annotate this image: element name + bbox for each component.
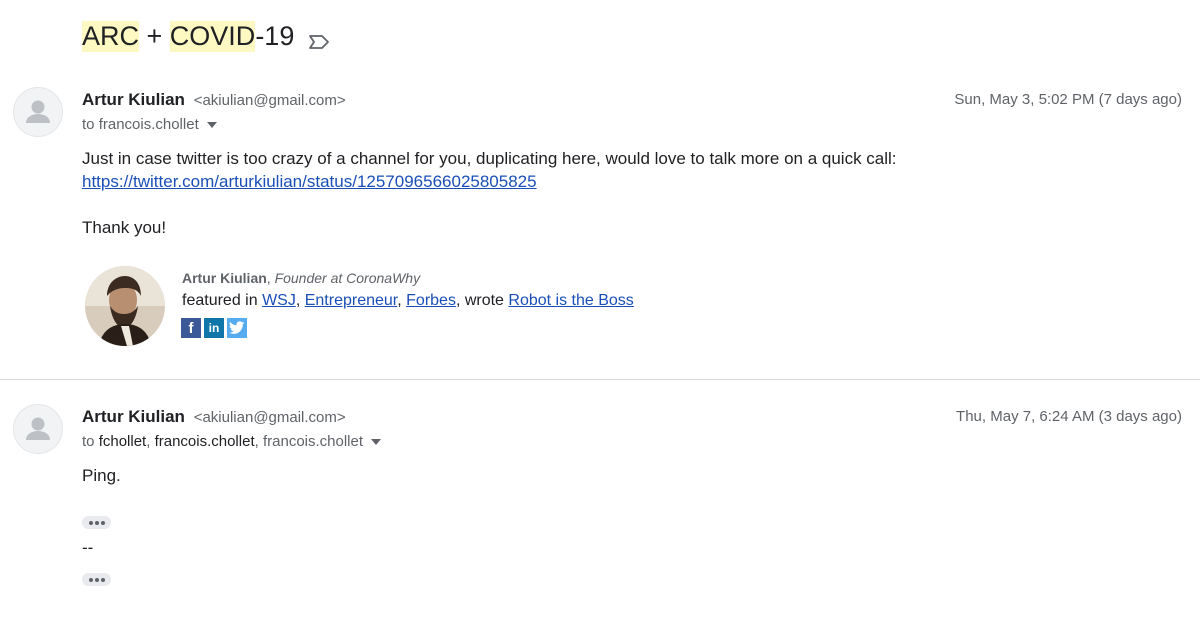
- forbes-link[interactable]: Forbes: [406, 292, 456, 309]
- dot: [88, 577, 93, 582]
- label-outline-icon[interactable]: [308, 27, 330, 49]
- recipients-line[interactable]: to fchollet, francois.chollet, francois.…: [82, 433, 382, 450]
- subject-suffix: -19: [255, 20, 295, 51]
- message-date[interactable]: Sun, May 3, 5:02 PM (7 days ago): [954, 91, 1182, 108]
- recipient: francois.chollet: [262, 433, 364, 450]
- to-prefix: to: [82, 116, 99, 133]
- signature-name-line: Artur Kiulian, Founder at CoronaWhy: [182, 270, 420, 286]
- recipient: francois.chollet: [154, 433, 255, 450]
- recipient: fchollet: [98, 433, 147, 450]
- recipient: francois.chollet: [98, 116, 199, 133]
- featured-prefix: featured in: [182, 292, 263, 309]
- signature-name: Artur Kiulian: [182, 270, 267, 286]
- book-link[interactable]: Robot is the Boss: [508, 292, 633, 309]
- message-link-line: https://twitter.com/arturkiulian/status/…: [82, 172, 537, 192]
- sender-name[interactable]: Artur Kiulian: [82, 90, 185, 109]
- subject-plus: +: [139, 20, 170, 51]
- dot: [88, 520, 93, 525]
- signature-separator: ,: [266, 270, 275, 286]
- facebook-icon[interactable]: f: [181, 318, 201, 338]
- dot: [100, 577, 105, 582]
- sender-email: <akiulian@gmail.com>: [193, 409, 346, 426]
- wsj-link[interactable]: WSJ: [262, 292, 296, 309]
- sender-name[interactable]: Artur Kiulian: [82, 407, 185, 426]
- message-divider: [0, 379, 1200, 380]
- signature-photo: [85, 266, 165, 346]
- subject-highlight-covid: COVID: [169, 20, 256, 52]
- recipients-line[interactable]: to francois.chollet: [82, 116, 217, 133]
- wrote-text: , wrote: [455, 292, 509, 309]
- dot: [100, 520, 105, 525]
- signature-title: Founder at CoronaWhy: [274, 270, 421, 286]
- to-prefix: to: [82, 433, 99, 450]
- sender-line: Artur Kiulian <akiulian@gmail.com>: [82, 90, 346, 110]
- chevron-down-icon[interactable]: [371, 438, 382, 445]
- chevron-down-icon[interactable]: [206, 121, 217, 128]
- dot: [94, 577, 99, 582]
- social-icons: f in: [181, 318, 247, 338]
- show-trimmed-content-button[interactable]: [82, 573, 111, 586]
- show-trimmed-content-button[interactable]: [82, 516, 111, 529]
- sender-avatar[interactable]: [13, 87, 63, 137]
- signature-featured-line: featured in WSJ, Entrepreneur, Forbes, w…: [182, 292, 634, 309]
- twitter-icon[interactable]: [227, 318, 247, 338]
- dot: [94, 520, 99, 525]
- person-placeholder-icon: [26, 417, 50, 440]
- signature-separator: --: [82, 538, 94, 557]
- sender-line: Artur Kiulian <akiulian@gmail.com>: [82, 407, 346, 427]
- thread-subject: ARC + COVID -19: [82, 18, 330, 54]
- entrepreneur-link[interactable]: Entrepreneur: [305, 292, 398, 309]
- message-body-line: Just in case twitter is too crazy of a c…: [82, 149, 897, 168]
- tweet-link[interactable]: https://twitter.com/arturkiulian/status/…: [82, 172, 537, 191]
- linkedin-icon[interactable]: in: [204, 318, 224, 338]
- sender-avatar[interactable]: [13, 404, 63, 454]
- person-placeholder-icon: [26, 100, 50, 123]
- subject-highlight-arc: ARC: [82, 20, 140, 52]
- message-date[interactable]: Thu, May 7, 6:24 AM (3 days ago): [956, 408, 1182, 425]
- message-thanks: Thank you!: [82, 218, 167, 237]
- message-body: Ping.: [82, 466, 121, 485]
- sender-email: <akiulian@gmail.com>: [193, 92, 346, 109]
